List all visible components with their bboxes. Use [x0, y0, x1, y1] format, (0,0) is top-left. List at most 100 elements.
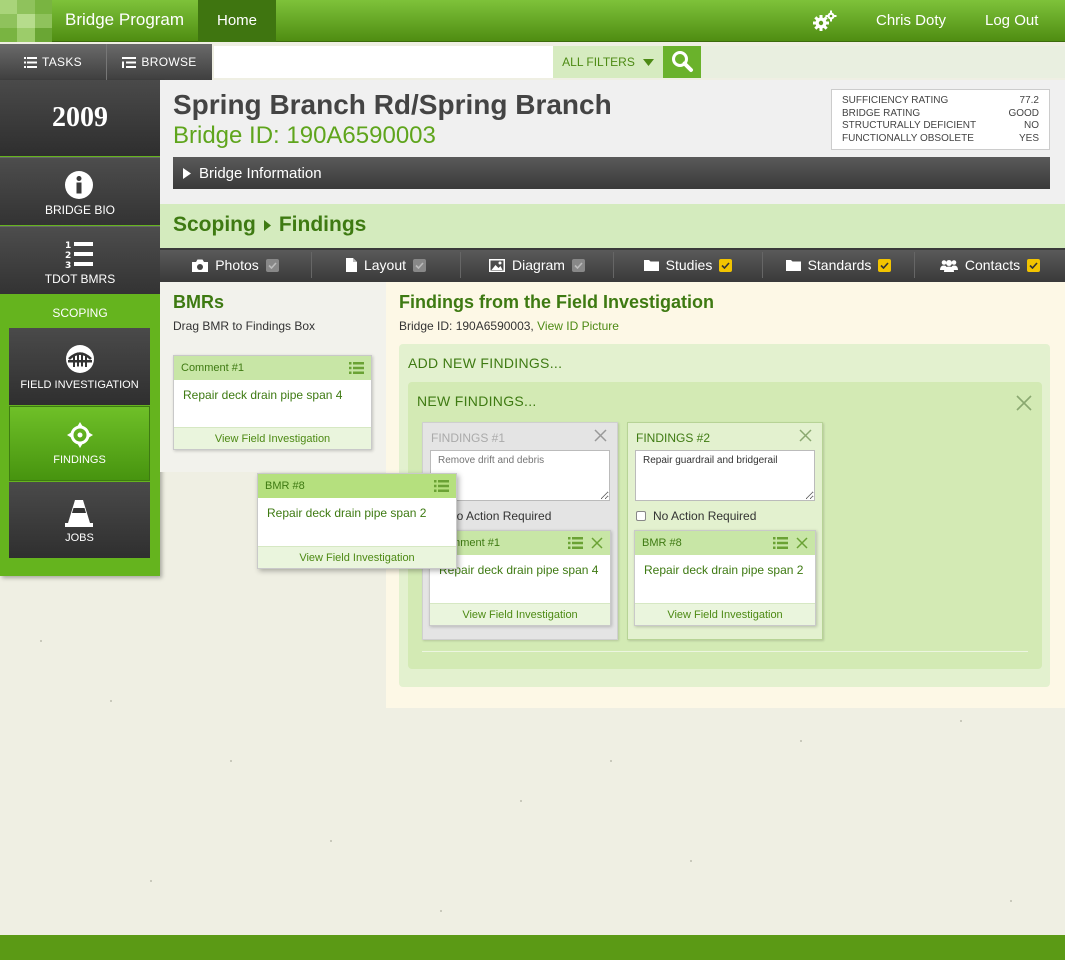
svg-text:2: 2: [65, 251, 71, 261]
findings-panel-title: Findings from the Field Investigation: [399, 292, 715, 312]
bmr-card-bmr-8-dragging[interactable]: BMR #8 Repair deck drain pipe span 2 Vie…: [257, 473, 457, 569]
tab-standards[interactable]: Standards: [763, 250, 914, 280]
breadcrumb-current: Findings: [278, 213, 367, 236]
list-icon[interactable]: [434, 480, 449, 492]
bmr-panel-title: BMRs: [173, 292, 225, 312]
card-body: Repair deck drain pipe span 4: [183, 388, 343, 402]
folder-icon: [643, 260, 659, 271]
list-icon[interactable]: [568, 537, 583, 549]
search-input[interactable]: [214, 46, 553, 78]
rating-label: STRUCTURALLY DEFICIENT: [842, 120, 977, 131]
card-body: Repair deck drain pipe span 2: [267, 506, 427, 520]
rating-label: FUNCTIONALLY OBSOLETE: [842, 132, 974, 144]
card-header: Comment #1: [174, 356, 371, 380]
year-selector[interactable]: 2009: [0, 80, 160, 156]
logout-link[interactable]: Log Out: [985, 12, 1038, 29]
all-filters-label: ALL FILTERS: [562, 55, 635, 69]
view-id-picture-link[interactable]: View ID Picture: [537, 319, 619, 333]
bridge-icon: [65, 344, 95, 374]
sidebar-item-field-investigation[interactable]: FIELD INVESTIGATION: [9, 328, 150, 405]
close-icon[interactable]: [796, 537, 808, 549]
document-icon: [345, 258, 357, 272]
app-logo: [0, 0, 52, 42]
tasks-button[interactable]: TASKS: [0, 44, 106, 80]
browse-label: BROWSE: [141, 55, 197, 69]
numbered-list-icon: 123: [64, 239, 94, 269]
card-header: Comment #1: [430, 531, 610, 555]
card-body: Repair deck drain pipe span 4: [439, 563, 599, 577]
sidebar-item-label: TDOT BMRS: [44, 272, 116, 286]
search-bar-filler: [701, 46, 1065, 78]
sidebar-item-bridge-bio[interactable]: BRIDGE BIO: [0, 157, 160, 225]
search-icon: [672, 51, 693, 72]
no-action-label: No Action Required: [653, 509, 757, 523]
rating-value: NO: [1024, 120, 1039, 131]
view-field-investigation-link[interactable]: View Field Investigation: [635, 603, 815, 625]
findings-panel-subtitle: Bridge ID: 190A6590003, View ID Picture: [399, 319, 619, 333]
view-field-investigation-link[interactable]: View Field Investigation: [430, 603, 610, 625]
close-icon[interactable]: [1016, 395, 1032, 411]
tab-contacts[interactable]: Contacts: [915, 250, 1065, 280]
card-body: Repair deck drain pipe span 2: [644, 563, 804, 577]
checked-box-icon: [719, 258, 733, 272]
home-tab[interactable]: Home: [198, 0, 276, 42]
rating-value: 77.2: [1019, 95, 1039, 106]
bridge-name: Spring Branch Rd/Spring Branch: [173, 89, 612, 120]
browse-list-icon: [122, 56, 137, 68]
all-filters-dropdown[interactable]: ALL FILTERS: [553, 46, 663, 78]
rating-box: SUFFICIENCY RATING 77.2 BRIDGE RATING GOOD…: [831, 89, 1050, 150]
close-icon[interactable]: [799, 429, 812, 442]
gears-icon[interactable]: [812, 10, 838, 32]
checked-box-icon: [1027, 258, 1041, 272]
search-button[interactable]: [663, 46, 701, 78]
card-title: BMR #8: [642, 537, 682, 549]
add-new-findings-label[interactable]: ADD NEW FINDINGS...: [408, 355, 562, 371]
rating-row: SUFFICIENCY RATING 77.2: [842, 95, 1039, 108]
sidebar-item-findings[interactable]: FINDINGS: [9, 406, 150, 481]
camera-icon: [192, 259, 209, 272]
app-title: Bridge Program: [65, 10, 185, 29]
findings-text-input[interactable]: Repair guardrail and bridgerail: [635, 450, 815, 501]
view-field-investigation-link[interactable]: View Field Investigation: [174, 427, 371, 449]
rating-value: GOOD: [1008, 107, 1039, 119]
bridge-information-toggle[interactable]: Bridge Information: [173, 157, 1050, 189]
checked-box-icon: [878, 258, 892, 272]
bmr-card-comment-1[interactable]: Comment #1 Repair deck drain pipe span 4…: [173, 355, 372, 450]
tab-layout[interactable]: Layout: [312, 250, 460, 280]
tab-photos[interactable]: Photos: [160, 250, 311, 280]
unchecked-box-icon: [265, 258, 279, 272]
card-header: BMR #8: [635, 531, 815, 555]
close-icon[interactable]: [591, 537, 603, 549]
attached-bmr-card[interactable]: BMR #8 Repair deck drain pipe span 2 Vie…: [634, 530, 816, 626]
breadcrumb: Scoping Findings: [173, 213, 366, 237]
close-icon[interactable]: [594, 429, 607, 442]
sidebar-item-jobs[interactable]: JOBS: [9, 482, 150, 558]
list-icon[interactable]: [773, 537, 788, 549]
tab-label: Photos: [215, 257, 259, 273]
caret-right-icon: [183, 167, 191, 179]
tasks-label: TASKS: [42, 55, 82, 69]
findings-text-input[interactable]: [430, 450, 610, 501]
no-action-checkbox[interactable]: No Action Required: [636, 509, 756, 523]
breadcrumb-parent[interactable]: Scoping: [173, 213, 256, 237]
tab-diagram[interactable]: Diagram: [461, 250, 613, 280]
rating-label: BRIDGE RATING: [842, 107, 921, 119]
findings-bridge-id: Bridge ID: 190A6590003,: [399, 319, 534, 333]
card-title: BMR #8: [265, 480, 305, 492]
bridge-information-label: Bridge Information: [199, 164, 322, 182]
checkbox[interactable]: [636, 511, 646, 521]
bmr-panel-subtitle: Drag BMR to Findings Box: [173, 319, 316, 333]
bridge-id: Bridge ID: 190A6590003: [173, 122, 436, 149]
browse-button[interactable]: BROWSE: [106, 44, 212, 80]
view-field-investigation-link[interactable]: View Field Investigation: [258, 546, 456, 568]
user-name[interactable]: Chris Doty: [876, 12, 946, 29]
rating-label: SUFFICIENCY RATING: [842, 95, 949, 106]
divider: [422, 651, 1028, 652]
list-icon: [24, 56, 38, 68]
card-title: Comment #1: [181, 362, 244, 374]
list-icon[interactable]: [349, 362, 364, 374]
folder-icon: [785, 260, 801, 271]
sidebar-item-tdot-bmrs[interactable]: 123 TDOT BMRS: [0, 226, 160, 294]
svg-text:1: 1: [65, 241, 71, 251]
tab-studies[interactable]: Studies: [614, 250, 762, 280]
